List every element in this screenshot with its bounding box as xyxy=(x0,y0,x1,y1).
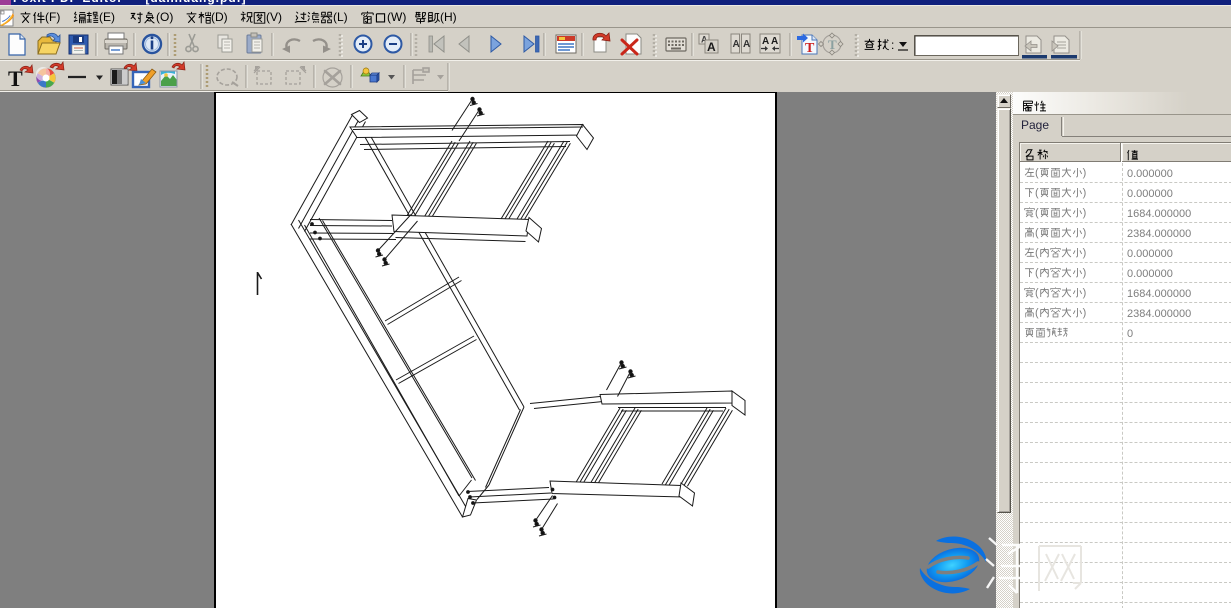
svg-text::: : xyxy=(891,38,894,52)
svg-text:T: T xyxy=(828,37,837,52)
svg-text:A: A xyxy=(733,39,740,50)
svg-text:T: T xyxy=(805,41,815,56)
svg-text:A: A xyxy=(771,36,778,47)
svg-text:A: A xyxy=(707,40,716,54)
svg-text:A: A xyxy=(743,39,750,50)
svg-text:A: A xyxy=(762,36,769,47)
